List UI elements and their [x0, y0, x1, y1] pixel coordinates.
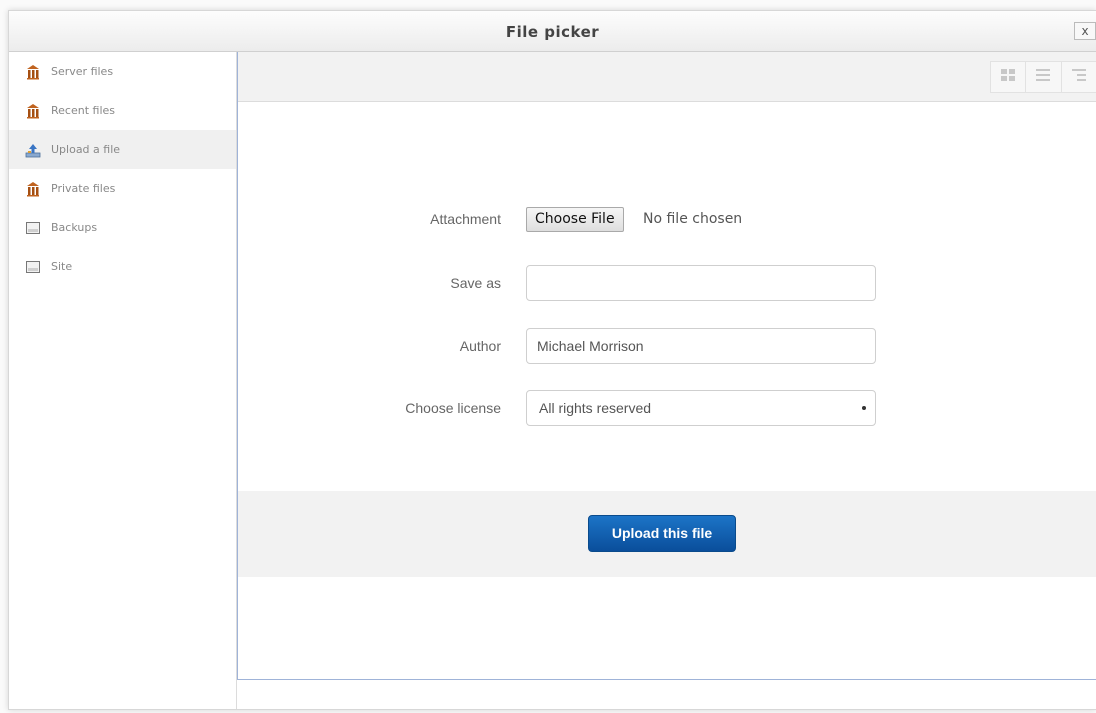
- saveas-row: Save as: [238, 265, 1096, 301]
- form-actions: Upload this file: [238, 491, 1096, 577]
- sidebar-item-label: Server files: [51, 65, 114, 78]
- list-view-button[interactable]: [1026, 62, 1062, 92]
- dialog-title: File picker: [505, 23, 600, 41]
- saveas-input[interactable]: [526, 265, 876, 301]
- license-row: Choose license All rights reserved: [238, 390, 1096, 426]
- repository-sidebar: Server files Recent files Upload a file …: [9, 52, 237, 709]
- sidebar-item-recent-files[interactable]: Recent files: [9, 91, 236, 130]
- repository-upload-icon: [25, 142, 41, 158]
- icons-view-button[interactable]: [991, 62, 1027, 92]
- sidebar-item-label: Backups: [51, 221, 98, 234]
- file-picker-main-panel: Attachment Choose File No file chosen Sa…: [237, 52, 1096, 680]
- sidebar-item-backups[interactable]: Backups: [9, 208, 236, 247]
- sidebar-item-site[interactable]: Site: [9, 247, 236, 286]
- license-selected-value: All rights reserved: [539, 400, 652, 416]
- attachment-label: Attachment: [430, 211, 501, 227]
- file-picker-toolbar: [238, 52, 1096, 102]
- sidebar-item-label: Recent files: [51, 104, 115, 117]
- list-view-icon: [1036, 68, 1051, 86]
- sidebar-item-label: Site: [51, 260, 73, 273]
- dialog-titlebar: File picker x: [9, 11, 1096, 52]
- select-caret-icon: [862, 406, 866, 410]
- sidebar-item-label: Upload a file: [51, 143, 121, 156]
- tree-view-icon: [1071, 68, 1086, 86]
- sidebar-item-private-files[interactable]: Private files: [9, 169, 236, 208]
- attachment-row: Attachment Choose File No file chosen: [238, 201, 1096, 237]
- view-switcher: [990, 61, 1096, 93]
- repository-recent-icon: [25, 103, 41, 119]
- close-button[interactable]: x: [1074, 22, 1096, 40]
- sidebar-item-server-files[interactable]: Server files: [9, 52, 236, 91]
- icons-view-icon: [1001, 68, 1016, 86]
- sidebar-item-upload-a-file[interactable]: Upload a file: [9, 130, 236, 169]
- file-status-text: No file chosen: [643, 211, 743, 227]
- author-label: Author: [459, 338, 501, 354]
- author-input[interactable]: [526, 328, 876, 364]
- saveas-label: Save as: [450, 275, 501, 291]
- file-picker-dialog: File picker x Server files Recent files …: [8, 10, 1096, 710]
- choose-file-button[interactable]: Choose File: [526, 207, 624, 232]
- upload-this-file-button[interactable]: Upload this file: [588, 515, 736, 552]
- sidebar-item-label: Private files: [51, 182, 116, 195]
- license-label: Choose license: [405, 400, 501, 416]
- repository-site-icon: [25, 259, 41, 275]
- repository-server-icon: [25, 64, 41, 80]
- tree-view-button[interactable]: [1062, 62, 1096, 92]
- repository-private-icon: [25, 181, 41, 197]
- author-row: Author: [238, 328, 1096, 364]
- repository-backups-icon: [25, 220, 41, 236]
- license-select[interactable]: All rights reserved: [526, 390, 876, 426]
